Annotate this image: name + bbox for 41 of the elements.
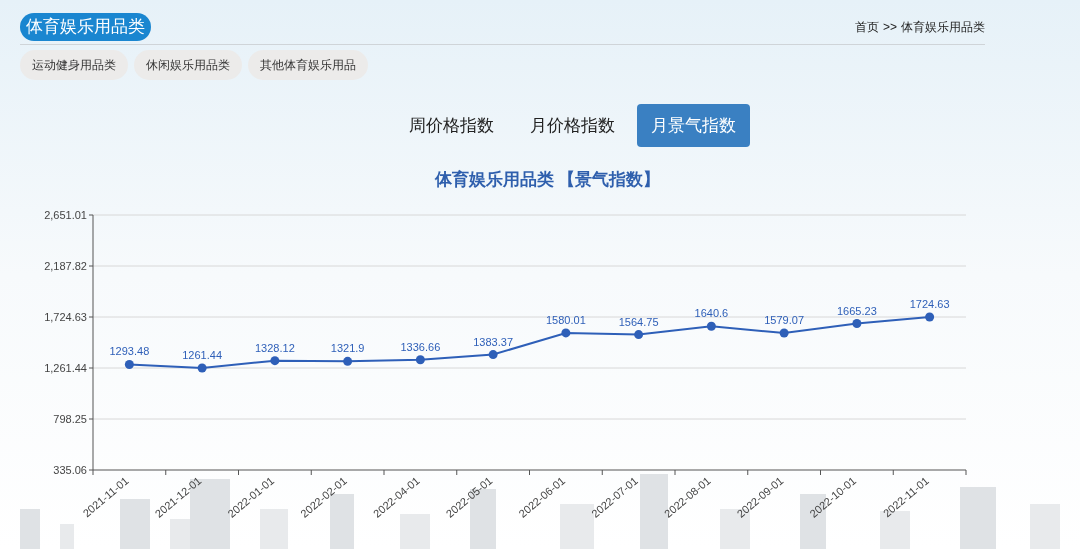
category-tab[interactable]: 休闲娱乐用品类 [134, 50, 242, 80]
data-label: 1293.48 [109, 344, 150, 357]
y-axis-label: 335.06 [53, 463, 87, 476]
data-label: 1336.66 [400, 340, 441, 353]
data-point [706, 321, 716, 331]
data-label: 1321.9 [330, 341, 365, 354]
y-axis-label: 2,187.82 [44, 259, 87, 272]
breadcrumb-current: 体育娱乐用品类 [901, 19, 985, 36]
data-label: 1665.23 [837, 304, 877, 317]
data-point [561, 327, 571, 337]
data-label: 1640.6 [694, 306, 729, 319]
data-point [270, 355, 280, 365]
category-tab[interactable]: 其他体育娱乐用品 [248, 50, 368, 80]
data-label: 1564.75 [618, 315, 659, 328]
data-point [124, 359, 134, 369]
data-point [343, 356, 353, 366]
data-label: 1580.01 [546, 313, 586, 326]
y-axis-label: 1,261.44 [44, 361, 87, 374]
data-label: 1579.07 [764, 313, 804, 326]
data-point [488, 349, 498, 359]
breadcrumb-separator: >> [883, 19, 897, 36]
y-axis-label: 2,651.01 [44, 208, 87, 221]
data-label: 1261.44 [182, 348, 222, 361]
index-tab[interactable]: 月景气指数 [637, 104, 750, 147]
home-link[interactable]: 首页 [855, 18, 879, 36]
data-point [415, 354, 425, 364]
category-tab[interactable]: 运动健身用品类 [20, 50, 128, 80]
index-tab[interactable]: 周价格指数 [395, 104, 508, 147]
data-point [634, 329, 644, 339]
page-title: 体育娱乐用品类 [20, 13, 151, 41]
y-axis-label: 798.25 [53, 412, 87, 425]
chart-title: 体育娱乐用品类 【景气指数】 [434, 169, 661, 191]
data-point [852, 318, 862, 328]
data-label: 1383.37 [473, 335, 513, 348]
data-label: 1724.63 [909, 297, 950, 310]
y-axis-label: 1,724.63 [44, 310, 87, 323]
index-tab[interactable]: 月价格指数 [516, 104, 629, 147]
data-point [197, 363, 207, 372]
data-point [925, 312, 935, 321]
data-point [779, 328, 789, 338]
data-label: 1328.12 [255, 341, 295, 354]
